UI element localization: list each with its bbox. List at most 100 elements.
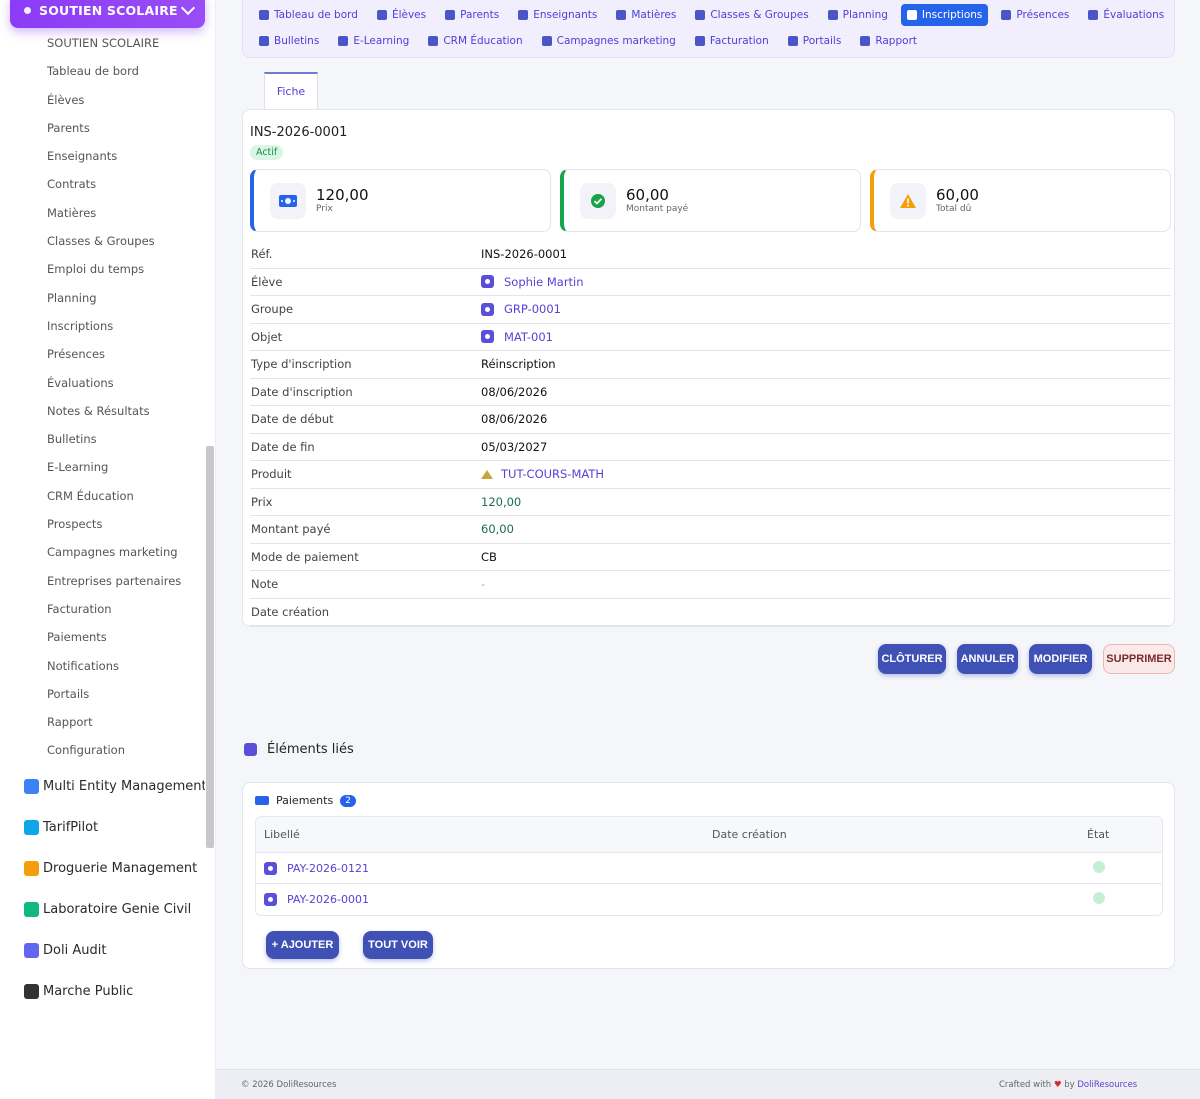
field-value: CB	[481, 550, 497, 564]
sidebar-item-portails[interactable]: Portails	[0, 680, 205, 708]
nav-tab-presences[interactable]: Présences	[995, 4, 1075, 26]
warning-icon	[890, 183, 926, 219]
field-value[interactable]: TUT-COURS-MATH	[481, 467, 604, 481]
nav-tab-enseignants[interactable]: Enseignants	[512, 4, 603, 26]
sidebar-module-droguerie-management[interactable]: Droguerie Management	[0, 848, 205, 889]
by-text: by	[1064, 1080, 1075, 1090]
sidebar-item-soutien-scolaire[interactable]: SOUTIEN SCOLAIRE	[0, 29, 205, 57]
sidebar-item-eleves[interactable]: Élèves	[0, 86, 205, 114]
nav-tab-planning[interactable]: Planning	[822, 4, 894, 26]
nav-tab-matieres[interactable]: Matières	[610, 4, 682, 26]
sidebar-item-notes-resultats[interactable]: Notes & Résultats	[0, 397, 205, 425]
sidebar-item-paiements[interactable]: Paiements	[0, 623, 205, 651]
nav-tab-parents[interactable]: Parents	[439, 4, 505, 26]
sidebar-module-multi-entity-management[interactable]: Multi Entity Management	[0, 766, 205, 807]
field-value[interactable]: GRP-0001	[481, 302, 561, 316]
nav-tab-facturation[interactable]: Facturation	[689, 30, 775, 52]
chevron-down-icon[interactable]	[180, 0, 196, 16]
sidebar-item-inscriptions[interactable]: Inscriptions	[0, 312, 205, 340]
sidebar-item-parents[interactable]: Parents	[0, 114, 205, 142]
field-value-text: TUT-COURS-MATH	[501, 467, 605, 482]
field-label: Note	[251, 577, 279, 592]
linked-elements-title: Éléments liés	[267, 742, 354, 757]
nav-tab-label: Bulletins	[274, 35, 320, 47]
nav-tab-e-learning[interactable]: E-Learning	[332, 30, 415, 52]
field-label: Mode de paiement	[251, 549, 359, 564]
field-value: Réinscription	[481, 357, 556, 371]
campagnes-marketing-icon	[541, 36, 552, 46]
sidebar-item-contrats[interactable]: Contrats	[0, 170, 205, 198]
field-value[interactable]: Sophie Martin	[481, 275, 584, 289]
payment-link[interactable]: PAY-2026-0001	[256, 893, 712, 906]
tab-fiche[interactable]: Fiche	[264, 72, 318, 110]
sidebar-item-entreprises-partenaires[interactable]: Entreprises partenaires	[0, 567, 205, 595]
field-value: INS-2026-0001	[481, 247, 567, 261]
nav-tab-eleves[interactable]: Élèves	[371, 4, 432, 26]
sidebar-module-doli-audit[interactable]: Doli Audit	[0, 930, 205, 971]
column-date-creation: Date création	[712, 828, 787, 841]
sidebar-module-label: Marche Public	[43, 984, 134, 999]
nav-tab-tableau-de-bord[interactable]: Tableau de bord	[253, 4, 364, 26]
sidebar-item-planning[interactable]: Planning	[0, 284, 205, 312]
field-label: Date création	[251, 604, 330, 619]
sidebar-item-facturation[interactable]: Facturation	[0, 595, 205, 623]
nav-tab-portails[interactable]: Portails	[782, 30, 848, 52]
brand-link[interactable]: DoliResources	[1077, 1080, 1137, 1090]
sidebar-item-enseignants[interactable]: Enseignants	[0, 142, 205, 170]
nav-tab-evaluations[interactable]: Évaluations	[1082, 4, 1170, 26]
nav-tab-classes-groupes[interactable]: Classes & Groupes	[689, 4, 814, 26]
sidebar-item-crm-education[interactable]: CRM Éducation	[0, 482, 205, 510]
payments-table: Libellé Date création État PAY-2026-0121…	[255, 816, 1163, 916]
payment-link[interactable]: PAY-2026-0121	[256, 861, 712, 875]
module-menu-header[interactable]: SOUTIEN SCOLAIRE	[10, 0, 205, 28]
sidebar-item-bulletins[interactable]: Bulletins	[0, 425, 205, 453]
classes-groupes-icon	[695, 10, 706, 20]
sidebar-module-laboratoire-genie-civil[interactable]: Laboratoire Genie Civil	[0, 889, 205, 930]
delete-button[interactable]: SUPPRIMER	[1103, 644, 1175, 674]
field-value: 05/03/2027	[481, 440, 547, 454]
payment-icon	[264, 893, 277, 906]
sidebar-module-tarifpilot[interactable]: TarifPilot	[0, 807, 205, 848]
nav-row-1: Tableau de bord Élèves Parents Enseignants M…	[253, 4, 1177, 26]
footer: © 2026 DoliResources Crafted with ♥ by D…	[216, 1069, 1200, 1099]
field-row-groupe: Groupe GRP-0001	[250, 296, 1171, 324]
sidebar-item-e-learning[interactable]: E-Learning	[0, 453, 205, 481]
payments-table-header: Libellé Date création État	[256, 817, 1162, 853]
field-value-text: 05/03/2027	[481, 439, 548, 454]
sidebar-item-matieres[interactable]: Matières	[0, 199, 205, 227]
sidebar-item-tableau-de-bord[interactable]: Tableau de bord	[0, 57, 205, 85]
sidebar-menu: SOUTIEN SCOLAIRE Tableau de bord Élèves Par…	[0, 29, 205, 765]
field-row-prix: Prix 120,00	[250, 489, 1171, 516]
sidebar-item-campagnes-marketing[interactable]: Campagnes marketing	[0, 538, 205, 566]
sidebar-item-evaluations[interactable]: Évaluations	[0, 369, 205, 397]
nav-tab-label: Portails	[802, 35, 842, 47]
droguerie-management-icon	[24, 861, 39, 876]
sidebar-module-marche-public[interactable]: Marche Public	[0, 971, 205, 1012]
nav-tab-inscriptions[interactable]: Inscriptions	[900, 4, 989, 26]
planning-icon	[827, 10, 838, 20]
payments-title: Paiements	[276, 794, 334, 807]
field-row-mode-de-paiement: Mode de paiement CB	[250, 544, 1171, 571]
column-etat: État	[1087, 828, 1110, 841]
field-value[interactable]: MAT-001	[481, 330, 553, 344]
close-record-button[interactable]: CLÔTURER	[878, 644, 946, 674]
add-payment-button[interactable]: + AJOUTER	[266, 931, 339, 959]
sidebar-item-presences[interactable]: Présences	[0, 340, 205, 368]
edit-button[interactable]: MODIFIER	[1029, 644, 1092, 674]
sidebar-item-configuration[interactable]: Configuration	[0, 736, 205, 764]
nav-tab-bulletins[interactable]: Bulletins	[253, 30, 325, 52]
nav-tab-rapport[interactable]: Rapport	[854, 30, 923, 52]
view-all-payments-button[interactable]: TOUT VOIR	[363, 931, 433, 959]
sidebar-item-rapport[interactable]: Rapport	[0, 708, 205, 736]
sidebar-item-prospects[interactable]: Prospects	[0, 510, 205, 538]
sidebar-item-notifications[interactable]: Notifications	[0, 652, 205, 680]
sidebar-item-classes-groupes[interactable]: Classes & Groupes	[0, 227, 205, 255]
nav-tab-campagnes-marketing[interactable]: Campagnes marketing	[536, 30, 682, 52]
payments-heading: Paiements 2	[255, 794, 356, 807]
linked-elements-heading: Éléments liés	[244, 742, 354, 757]
sidebar-scrollbar[interactable]	[206, 446, 214, 848]
field-label: Produit	[251, 467, 292, 482]
nav-tab-crm-education[interactable]: CRM Éducation	[422, 30, 528, 52]
cancel-record-button[interactable]: ANNULER	[957, 644, 1018, 674]
sidebar-item-emploi-du-temps[interactable]: Emploi du temps	[0, 255, 205, 283]
